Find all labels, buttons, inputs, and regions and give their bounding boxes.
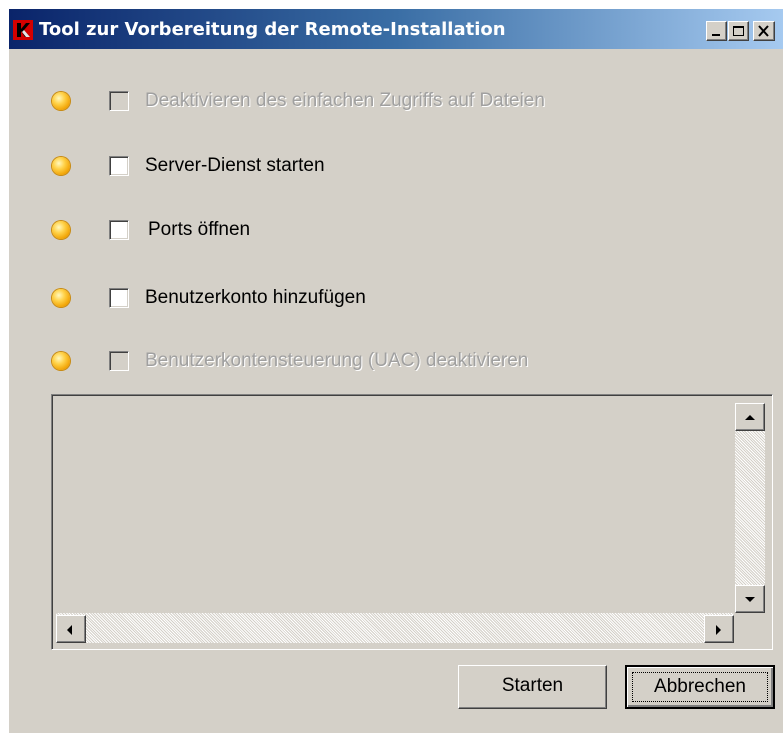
option-label[interactable]: Benutzerkonto hinzufügen	[145, 287, 366, 309]
option-label: Deaktivieren des einfachen Zugriffs auf …	[145, 90, 545, 111]
kaspersky-k-icon	[13, 20, 33, 40]
title-bar[interactable]: Tool zur Vorbereitung der Remote-Install…	[9, 9, 783, 49]
checkbox-open-ports[interactable]	[109, 220, 129, 240]
dialog-window: Tool zur Vorbereitung der Remote-Install…	[8, 8, 783, 733]
option-label[interactable]: Server-Dienst starten	[145, 155, 325, 177]
log-output-box[interactable]	[51, 394, 773, 650]
horizontal-scrollbar[interactable]	[56, 613, 734, 643]
checkbox-disable-simple-file-sharing[interactable]	[109, 91, 129, 111]
start-button-label: Starten	[501, 675, 564, 696]
option-label[interactable]: Ports öffnen	[148, 219, 250, 241]
cancel-button-label: Abbrechen	[632, 672, 768, 702]
minimize-icon	[712, 34, 720, 36]
vertical-scrollbar[interactable]	[735, 403, 765, 613]
minimize-button[interactable]	[706, 21, 727, 41]
scroll-down-button[interactable]	[735, 585, 765, 613]
arrow-left-icon	[67, 625, 72, 635]
arrow-down-icon	[745, 597, 755, 602]
scrollbar-corner	[734, 613, 765, 643]
status-indicator-icon	[52, 221, 70, 239]
checkbox-disable-uac[interactable]	[109, 351, 129, 371]
status-indicator-icon	[52, 352, 70, 370]
checkbox-add-user-account[interactable]	[109, 288, 129, 308]
cancel-button[interactable]: Abbrechen	[625, 665, 775, 709]
window-title: Tool zur Vorbereitung der Remote-Install…	[39, 19, 506, 40]
arrow-right-icon	[716, 625, 721, 635]
status-indicator-icon	[52, 157, 70, 175]
status-indicator-icon	[52, 92, 70, 110]
option-label: Benutzerkontensteuerung (UAC) deaktivier…	[145, 350, 529, 371]
checkbox-start-server-service[interactable]	[109, 156, 129, 176]
close-icon	[758, 25, 769, 37]
scroll-right-button[interactable]	[704, 615, 734, 643]
scroll-up-button[interactable]	[735, 403, 765, 431]
start-button[interactable]: Starten	[458, 665, 607, 709]
maximize-button[interactable]	[728, 21, 749, 41]
close-button[interactable]	[753, 21, 775, 41]
scroll-left-button[interactable]	[56, 615, 86, 643]
status-indicator-icon	[52, 289, 70, 307]
maximize-icon	[733, 26, 744, 36]
arrow-up-icon	[745, 415, 755, 420]
